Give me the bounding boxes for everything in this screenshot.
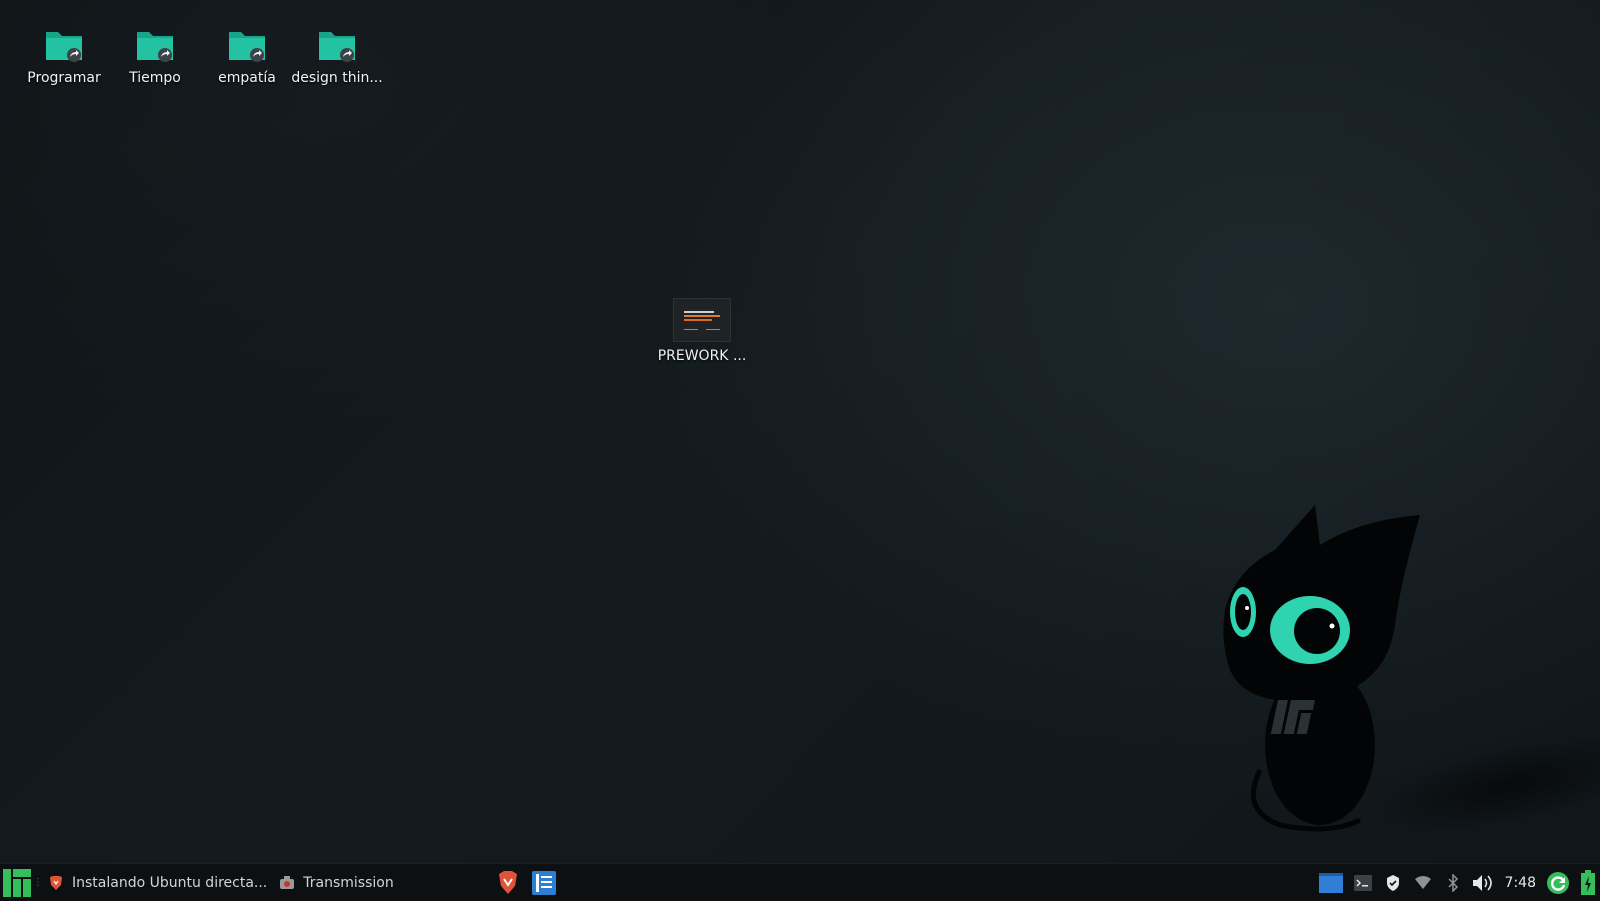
task-label: Transmission [303, 874, 394, 891]
terminal-icon[interactable] [1351, 871, 1375, 895]
brave-icon [48, 875, 64, 891]
battery-icon[interactable] [1576, 869, 1600, 895]
taskbar: ⋮ Instalando Ubuntu directa... Transmiss… [0, 863, 1600, 901]
window-icon[interactable] [1317, 871, 1345, 895]
system-tray: 7:48 [1317, 864, 1600, 901]
folder-shared-icon [46, 32, 82, 62]
presentation-thumbnail-icon [673, 298, 731, 342]
wallpaper-cat-mascot [1223, 505, 1600, 836]
clock[interactable]: 7:48 [1501, 875, 1540, 891]
desktop-folder-tiempo[interactable]: Tiempo [110, 26, 200, 86]
desktop-icon-label: Programar [27, 70, 101, 86]
update-icon[interactable] [1546, 871, 1570, 895]
desktop-file-prework[interactable]: PREWORK ... [657, 298, 747, 364]
brave-launcher[interactable] [490, 864, 526, 901]
desktop-folder-design-thinking[interactable]: design thin... [291, 26, 383, 86]
desktop-folder-empatia[interactable]: empatía [202, 26, 292, 86]
folder-shared-icon [137, 32, 173, 62]
folder-shared-icon [319, 32, 355, 62]
text-editor-launcher[interactable] [526, 864, 562, 901]
desktop-icon-label: Tiempo [129, 70, 181, 86]
task-transmission[interactable]: Transmission [273, 864, 399, 901]
desktop-icon-label: empatía [218, 70, 276, 86]
shield-icon[interactable] [1381, 871, 1405, 895]
brave-launcher-icon [498, 870, 517, 894]
desktop-icon-label: PREWORK ... [657, 348, 747, 364]
task-label: Instalando Ubuntu directa... [72, 874, 268, 891]
desktop-folder-programar[interactable]: Programar [19, 26, 109, 86]
panel-grip-handle[interactable]: ⋮ [33, 864, 43, 901]
task-instalando-ubuntu[interactable]: Instalando Ubuntu directa... [42, 864, 273, 901]
bluetooth-icon[interactable] [1441, 871, 1465, 895]
wifi-icon[interactable] [1411, 871, 1435, 895]
folder-shared-icon [229, 32, 265, 62]
application-menu-button[interactable] [0, 864, 34, 901]
manjaro-logo-icon [3, 868, 31, 897]
transmission-icon [279, 875, 295, 891]
desktop: Programar Tiempo empatía design thin... [0, 0, 1600, 863]
volume-icon[interactable] [1471, 871, 1495, 895]
desktop-icon-label: design thin... [291, 70, 383, 86]
text-editor-launcher-icon [531, 870, 556, 895]
